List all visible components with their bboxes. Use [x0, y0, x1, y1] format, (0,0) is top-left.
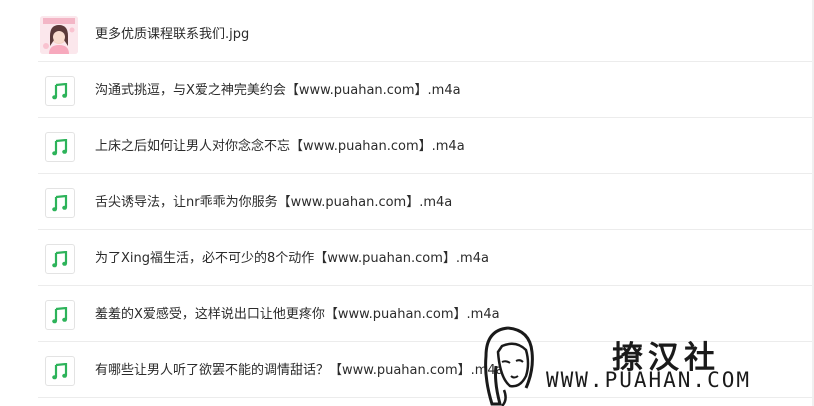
file-row-image[interactable]: 更多优质课程联系我们.jpg — [38, 6, 814, 62]
audio-file-icon[interactable] — [45, 244, 75, 274]
image-thumbnail-icon[interactable] — [40, 16, 78, 54]
audio-file-icon[interactable] — [45, 76, 75, 106]
file-name[interactable]: 更多优质课程联系我们.jpg — [95, 27, 249, 43]
girl-face-logo-icon — [484, 326, 534, 406]
audio-file-icon[interactable] — [45, 188, 75, 218]
audio-file-icon[interactable] — [45, 356, 75, 386]
file-name[interactable]: 有哪些让男人听了欲罢不能的调情甜话？【www.puahan.com】.m4a — [95, 363, 504, 379]
file-row-audio[interactable]: 沟通式挑逗，与X爱之神完美约会【www.puahan.com】.m4a — [38, 62, 814, 118]
file-row-audio[interactable]: 舌尖诱导法，让nr乖乖为你服务【www.puahan.com】.m4a — [38, 174, 814, 230]
file-row-audio[interactable]: 上床之后如何让男人对你念念不忘【www.puahan.com】.m4a — [38, 118, 814, 174]
watermark: 撩汉社 WWW.PUAHAN.COM — [476, 322, 814, 406]
file-row-audio[interactable]: 为了Xing福生活，必不可少的8个动作【www.puahan.com】.m4a — [38, 230, 814, 286]
file-name[interactable]: 羞羞的X爱感受，这样说出口让他更疼你【www.puahan.com】.m4a — [95, 307, 500, 323]
file-name[interactable]: 上床之后如何让男人对你念念不忘【www.puahan.com】.m4a — [95, 139, 465, 155]
audio-file-icon[interactable] — [45, 132, 75, 162]
audio-file-icon[interactable] — [45, 300, 75, 330]
watermark-url: WWW.PUAHAN.COM — [546, 368, 752, 392]
file-name[interactable]: 为了Xing福生活，必不可少的8个动作【www.puahan.com】.m4a — [95, 251, 489, 267]
file-name[interactable]: 舌尖诱导法，让nr乖乖为你服务【www.puahan.com】.m4a — [95, 195, 452, 211]
file-name[interactable]: 沟通式挑逗，与X爱之神完美约会【www.puahan.com】.m4a — [95, 83, 461, 99]
